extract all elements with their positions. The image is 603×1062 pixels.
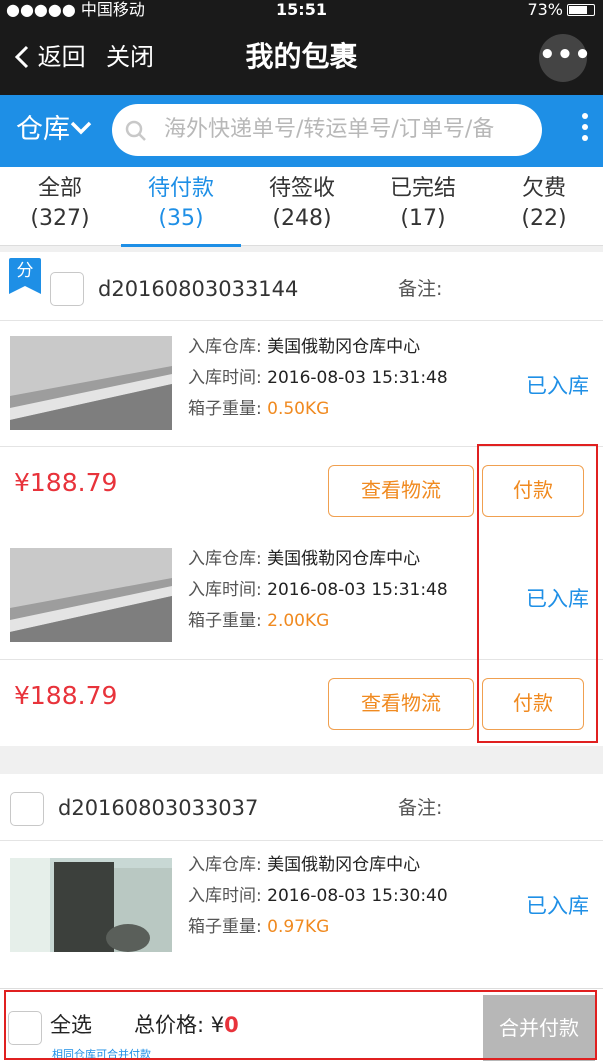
package-photo	[10, 336, 172, 430]
view-logistics-button[interactable]: 查看物流	[328, 465, 474, 517]
inbound-time: 2016-08-03 15:31:48	[267, 368, 448, 388]
search-bar: 仓库 海外快递单号/转运单号/订单号/备	[0, 95, 603, 167]
memo-label: 备注:	[398, 797, 443, 819]
tab-all[interactable]: 全部 (327)	[0, 167, 120, 246]
package-info: 入库仓库: 美国俄勒冈仓库中心 入库时间: 2016-08-03 15:31:4…	[188, 549, 448, 631]
warehouse-name: 美国俄勒冈仓库中心	[267, 549, 421, 569]
tab-overdue[interactable]: 欠费 (22)	[484, 167, 603, 246]
package-price: ¥188.79	[14, 681, 118, 710]
battery-icon	[567, 4, 595, 16]
warehouse-name: 美国俄勒冈仓库中心	[267, 337, 421, 357]
search-input[interactable]: 海外快递单号/转运单号/订单号/备	[112, 104, 542, 156]
warehouse-dropdown[interactable]: 仓库	[16, 113, 92, 147]
box-weight: 0.50KG	[267, 399, 330, 419]
package-price: ¥188.79	[14, 468, 118, 497]
split-tag: 分	[9, 258, 41, 294]
box-weight: 0.97KG	[267, 917, 330, 937]
order-number: d20160803033037	[58, 796, 259, 820]
navigation-bar: 返回 关闭 我的包裹 •••	[0, 20, 603, 95]
package-status: 已入库	[526, 894, 589, 918]
tab-completed[interactable]: 已完结 (17)	[363, 167, 483, 246]
warehouse-name: 美国俄勒冈仓库中心	[267, 855, 421, 875]
view-logistics-button[interactable]: 查看物流	[328, 678, 474, 730]
tab-pending-payment[interactable]: 待付款 (35)	[121, 167, 241, 247]
warehouse-dropdown-label: 仓库	[16, 114, 70, 145]
package-info: 入库仓库: 美国俄勒冈仓库中心 入库时间: 2016-08-03 15:31:4…	[188, 337, 448, 419]
order-card: d20160803033037 备注: 入库仓库: 美国俄勒冈仓库中心 入库时间…	[0, 774, 603, 988]
divider	[0, 840, 603, 841]
page-title: 我的包裹	[245, 40, 358, 73]
inbound-time: 2016-08-03 15:30:40	[267, 886, 448, 906]
more-menu-button[interactable]: •••	[539, 34, 591, 82]
highlight-box	[477, 444, 598, 743]
box-weight: 2.00KG	[267, 611, 330, 631]
search-placeholder: 海外快递单号/转运单号/订单号/备	[164, 117, 495, 142]
order-checkbox[interactable]	[50, 272, 84, 306]
package-status: 已入库	[526, 374, 589, 398]
order-checkbox[interactable]	[10, 792, 44, 826]
status-tabs: 全部 (327) 待付款 (35) 待签收 (248) 已完结 (17) 欠费 (22)	[0, 167, 603, 247]
order-number: d20160803033144	[98, 277, 299, 301]
memo-label: 备注:	[398, 278, 443, 300]
battery-indicator: 73%	[527, 0, 595, 20]
clock: 15:51	[276, 0, 327, 19]
options-menu-button[interactable]	[581, 113, 589, 146]
search-icon	[125, 120, 146, 141]
inbound-time: 2016-08-03 15:31:48	[267, 580, 448, 600]
tab-pending-receipt[interactable]: 待签收 (248)	[242, 167, 362, 246]
package-info: 入库仓库: 美国俄勒冈仓库中心 入库时间: 2016-08-03 15:30:4…	[188, 855, 448, 937]
highlight-box	[4, 990, 597, 1060]
package-photo	[10, 548, 172, 642]
package-photo	[10, 858, 172, 952]
status-bar: ●●●●● 中国移动 15:51 73%	[0, 0, 603, 20]
chevron-down-icon	[70, 121, 92, 135]
divider	[0, 320, 603, 321]
